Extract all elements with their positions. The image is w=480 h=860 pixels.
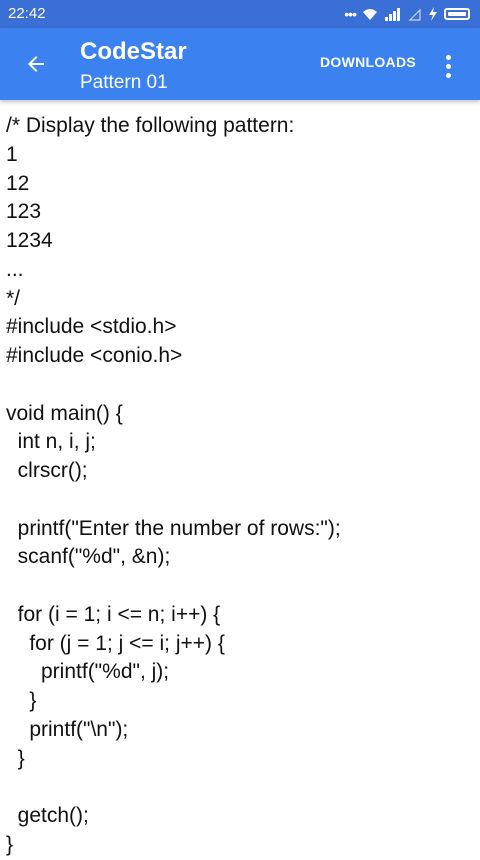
- code-line: #include <stdio.h>: [6, 315, 177, 339]
- code-line: #include <conio.h>: [6, 344, 183, 367]
- code-line: for (j = 1; j <= i; j++) {: [6, 631, 225, 655]
- code-line: 123: [6, 200, 42, 224]
- downloads-button[interactable]: DOWNLOADS: [312, 54, 424, 78]
- overflow-menu-icon: [445, 54, 451, 60]
- code-line: 1: [6, 142, 18, 166]
- app-title: CodeStar: [80, 38, 187, 65]
- code-line: scanf("%d", &n);: [6, 545, 171, 569]
- code-line: 12: [6, 171, 30, 195]
- app-bar: CodeStar Pattern 01 DOWNLOADS: [0, 28, 480, 100]
- more-dots-icon: •••: [344, 6, 357, 22]
- battery-icon: [444, 8, 470, 20]
- status-bar: 22:42 •••: [0, 0, 480, 28]
- status-icons: •••: [344, 4, 470, 24]
- signal-icon: [385, 8, 400, 21]
- code-view: /* Display the following pattern: 1 12 123 1…: [6, 112, 474, 860]
- code-line: }: [6, 832, 14, 856]
- code-line: printf("%d", j);: [6, 660, 170, 684]
- code-line: /* Display the following pattern:: [6, 114, 295, 137]
- arrow-back-icon: [28, 56, 44, 72]
- code-line: void main() {: [6, 401, 123, 425]
- charging-icon: [429, 7, 437, 21]
- code-line: printf("\n");: [6, 717, 129, 741]
- signal-x-icon: [408, 8, 421, 21]
- code-line: ...: [6, 257, 24, 281]
- code-line: getch();: [6, 804, 89, 827]
- code-line: }: [6, 689, 37, 712]
- code-line: int n, i, j;: [6, 430, 96, 454]
- code-line: for (i = 1; i <= n; i++) {: [6, 602, 221, 626]
- overflow-dot: [445, 63, 451, 69]
- back-button[interactable]: [14, 44, 58, 84]
- code-line: }: [6, 746, 25, 770]
- overflow-dot: [445, 72, 451, 78]
- more-options-button[interactable]: [434, 46, 462, 86]
- app-subtitle: Pattern 01: [80, 72, 168, 93]
- wifi-icon: [363, 9, 377, 20]
- code-line: clrscr();: [6, 459, 88, 482]
- status-time: 22:42: [8, 5, 46, 22]
- code-line: printf("Enter the number of rows:");: [6, 516, 341, 540]
- code-line: 1234: [6, 229, 53, 252]
- code-line: */: [6, 286, 21, 310]
